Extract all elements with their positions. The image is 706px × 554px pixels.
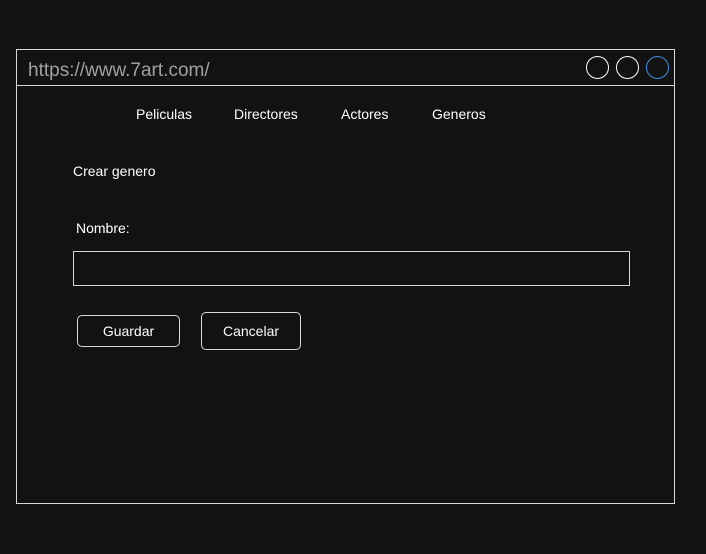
- url-text[interactable]: https://www.7art.com/: [28, 60, 210, 82]
- window-control-circle-2[interactable]: [616, 56, 639, 79]
- window-control-circle-1[interactable]: [586, 56, 609, 79]
- cancel-button[interactable]: Cancelar: [201, 312, 301, 350]
- window-control-circle-3[interactable]: [646, 56, 669, 79]
- page-title: Crear genero: [73, 163, 156, 179]
- nav-item-directores[interactable]: Directores: [234, 106, 298, 122]
- save-button[interactable]: Guardar: [77, 315, 180, 347]
- nav-item-generos[interactable]: Generos: [432, 106, 486, 122]
- main-nav: Peliculas Directores Actores Generos: [0, 106, 706, 126]
- page: https://www.7art.com/ Peliculas Director…: [0, 0, 706, 554]
- name-field-label: Nombre:: [76, 220, 130, 236]
- name-input[interactable]: [73, 251, 630, 286]
- nav-item-actores[interactable]: Actores: [341, 106, 388, 122]
- address-bar[interactable]: https://www.7art.com/: [17, 50, 674, 86]
- nav-item-peliculas[interactable]: Peliculas: [136, 106, 192, 122]
